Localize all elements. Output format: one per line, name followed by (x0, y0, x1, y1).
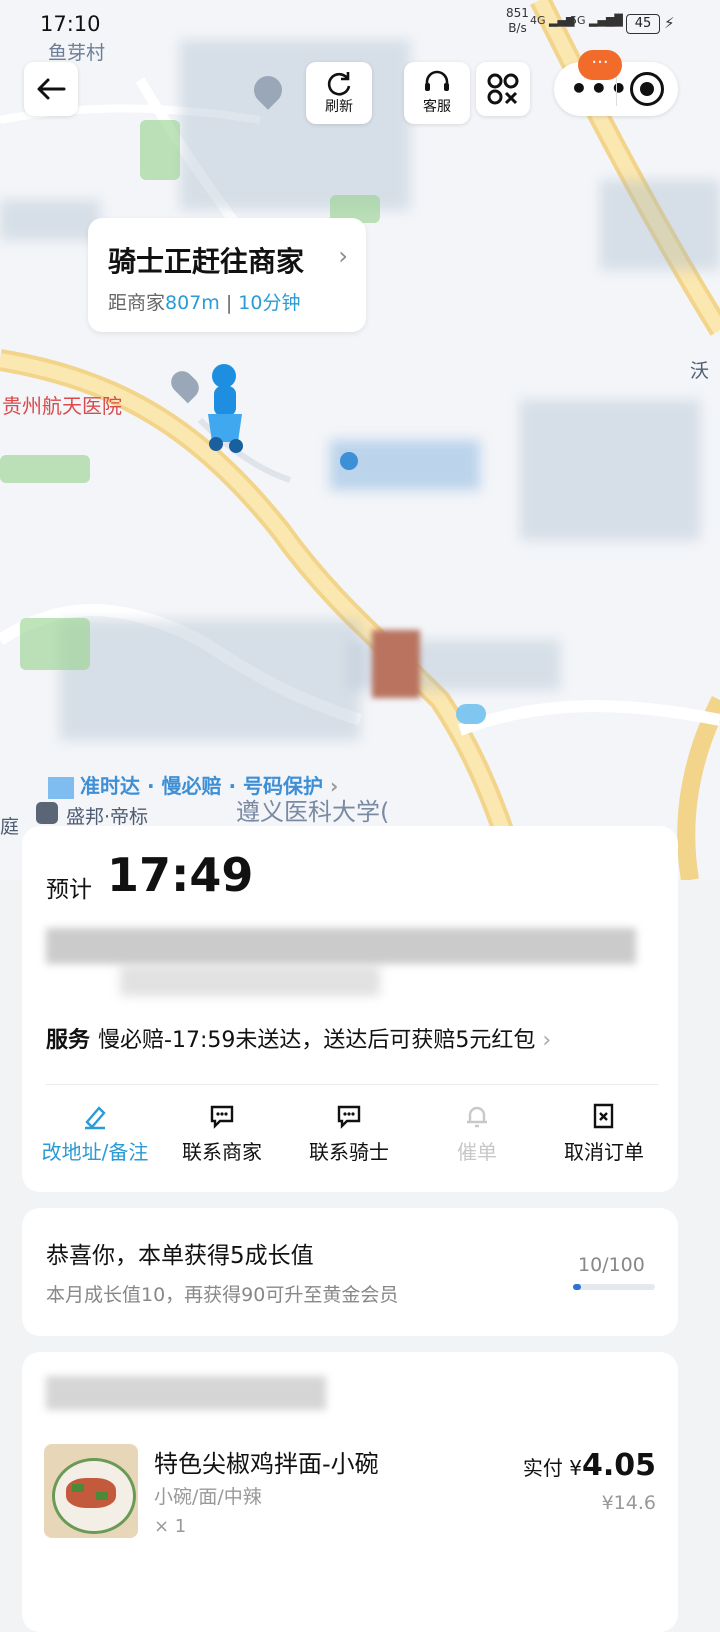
back-button[interactable] (24, 62, 78, 116)
contact-rider-button[interactable]: 联系骑士 (289, 1102, 409, 1165)
redacted-address (46, 928, 636, 964)
status-time: 17:10 (40, 12, 101, 36)
rider-status-title: 骑士正赶往商家 (108, 245, 305, 278)
item-spec: 小碗/面/中辣 (154, 1486, 262, 1508)
notification-badge: ··· (578, 50, 622, 80)
promo-icon (48, 776, 74, 799)
eta-label: 预计 (46, 877, 92, 903)
close-miniprogram-icon[interactable] (630, 72, 664, 106)
refresh-button[interactable]: 刷新 (306, 62, 372, 124)
scan-button[interactable] (476, 62, 530, 116)
rider-status-card[interactable]: 骑士正赶往商家 › 距商家807m | 10分钟 (88, 218, 366, 332)
chevron-right-icon: › (338, 242, 348, 270)
map-label-partial: 沃 (690, 360, 710, 382)
map-view[interactable]: 鱼芽村 贵州航天医院 遵义医科大学( 盛邦·帝标 庭 大 沃 (0, 0, 720, 880)
map-label-mall: 盛邦·帝标 (66, 806, 149, 828)
food-image[interactable] (44, 1444, 138, 1538)
original-price: ¥14.6 (601, 1492, 656, 1514)
chat-icon (210, 1105, 234, 1129)
customer-service-button[interactable]: 客服 (404, 62, 470, 124)
paid-amount: 实付 ¥4.05 (522, 1448, 656, 1483)
net-speed: 851 B/s (506, 6, 529, 35)
refresh-label: 刷新 (325, 99, 353, 115)
charging-icon: ⚡ (664, 14, 675, 32)
rider-icon[interactable] (198, 362, 250, 454)
park-area (140, 120, 180, 180)
map-label-hospital: 贵州航天医院 (2, 394, 122, 418)
service-label: 客服 (423, 99, 451, 115)
edit-address-button[interactable]: 改地址/备注 (35, 1102, 155, 1165)
park-area (20, 618, 90, 670)
urge-order-button[interactable]: 催单 (417, 1102, 537, 1165)
poi-icon (340, 452, 358, 470)
growth-progress-fill (573, 1284, 582, 1290)
signal-4g-icon: 4G ▂▄▆ (530, 14, 575, 27)
redacted-shop-name (46, 1376, 326, 1410)
item-name: 特色尖椒鸡拌面-小碗 (154, 1450, 379, 1478)
contact-merchant-button[interactable]: 联系商家 (162, 1102, 282, 1165)
battery-icon: 45 (626, 14, 660, 34)
merchant-marker[interactable] (372, 630, 420, 698)
item-quantity: × 1 (154, 1516, 187, 1537)
cancel-document-icon (593, 1103, 614, 1129)
chat-icon (337, 1105, 361, 1129)
cancel-order-button[interactable]: 取消订单 (544, 1102, 664, 1165)
rider-distance: 距商家807m | 10分钟 (108, 292, 301, 314)
growth-title: 恭喜你，本单获得5成长值 (46, 1243, 314, 1269)
building-icon (36, 802, 58, 824)
redacted-address (120, 966, 380, 996)
refresh-icon (327, 72, 351, 96)
service-info[interactable]: 服务 慢必赔-17:59未送达，送达后可获赔5元红包 › (46, 1022, 551, 1054)
park-area (0, 455, 90, 483)
status-bar: 17:10 851 B/s 4G ▂▄▆ 5G ▂▄▆█ 45 ⚡ (0, 0, 720, 48)
signal-5g-icon: 5G ▂▄▆█ (570, 14, 623, 27)
water-area (456, 704, 486, 724)
promo-banner[interactable]: 准时达 · 慢必赔 · 号码保护 › (48, 770, 338, 799)
map-label-partial: 庭 (0, 816, 20, 838)
eta-time: 17:49 (107, 848, 254, 902)
headset-icon (425, 70, 449, 91)
growth-count: 10/100 (578, 1254, 645, 1276)
divider (46, 1084, 658, 1085)
growth-subtitle: 本月成长值10，再获得90可升至黄金会员 (46, 1284, 399, 1306)
back-arrow-icon (37, 78, 66, 100)
growth-progress-bar (573, 1284, 655, 1290)
bell-icon (467, 1106, 487, 1128)
scan-qr-icon (487, 73, 519, 105)
edit-pencil-icon (85, 1106, 106, 1130)
